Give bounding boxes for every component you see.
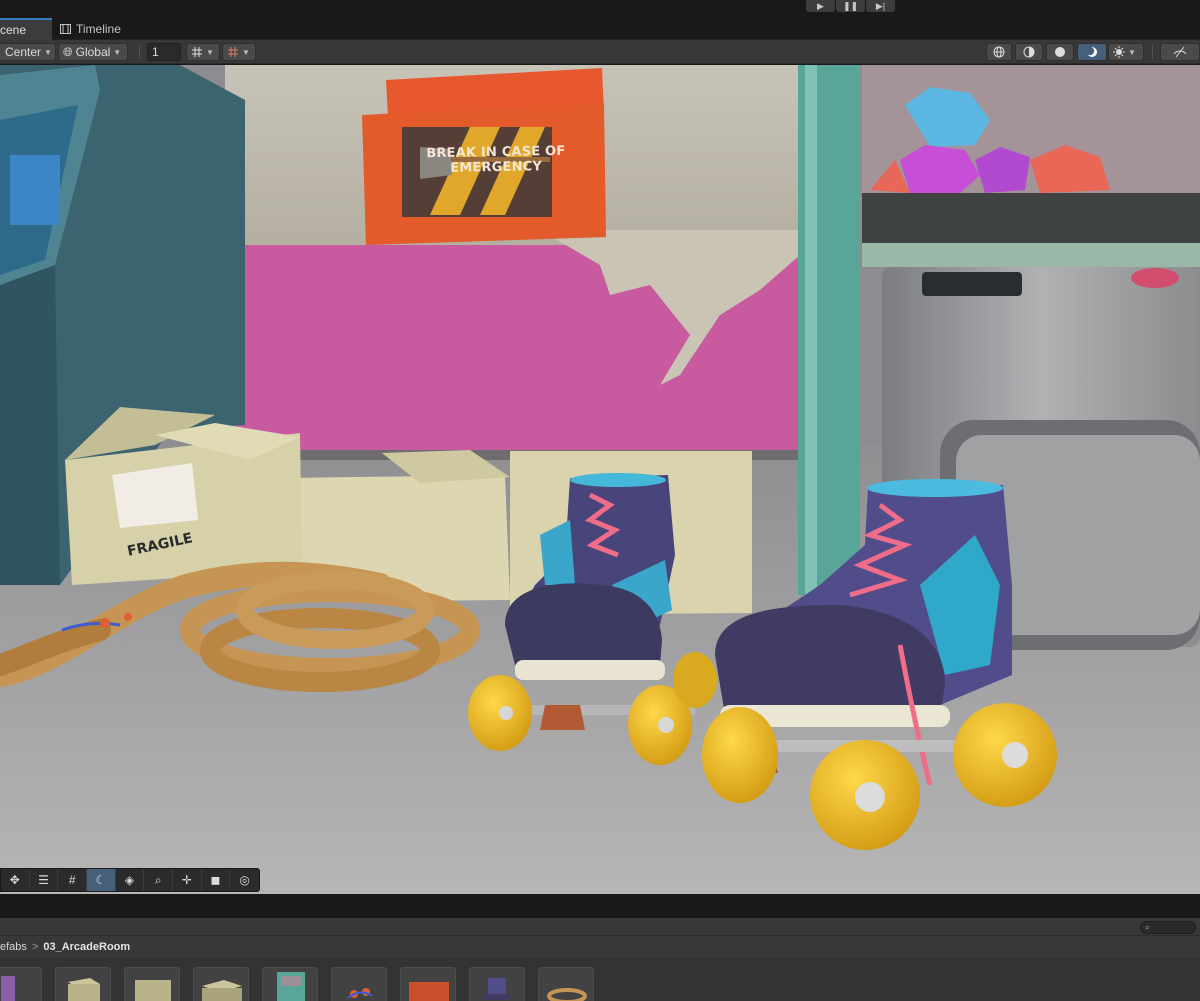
asset-thumbnail[interactable] xyxy=(55,967,111,1001)
wireframe-sphere-icon xyxy=(993,46,1005,58)
asset-thumbnail[interactable] xyxy=(331,967,387,1001)
playmode-controls: ▶ ❚❚ ▶| xyxy=(806,0,895,12)
space-dropdown[interactable]: 🌐︎ Global ▼ xyxy=(58,43,128,61)
view-tool-stack[interactable]: ◈ xyxy=(116,869,145,891)
asset-thumbnail[interactable] xyxy=(124,967,180,1001)
box-icon xyxy=(135,980,171,1001)
layers-icon: ☰ xyxy=(38,873,49,887)
tab-timeline[interactable]: Timeline xyxy=(52,18,132,40)
zoom-icon: ⌕ xyxy=(154,872,162,887)
asset-thumbnail[interactable] xyxy=(538,967,594,1001)
timeline-icon xyxy=(60,24,71,34)
view-tool-lighting[interactable]: ☾ xyxy=(87,869,116,891)
tab-scene[interactable]: cene xyxy=(0,18,52,40)
scene-render xyxy=(0,65,1200,894)
editor-tab-row: cene Timeline xyxy=(0,18,1200,40)
pause-button[interactable]: ❚❚ xyxy=(836,0,865,12)
scene-toolbar: Center ▼ 🌐︎ Global ▼ 1 ▼ ▼ ▼ xyxy=(0,40,1200,64)
roller-skate-icon xyxy=(484,978,510,1000)
project-toolbar: ⌕ xyxy=(0,918,1200,936)
breadcrumb: efabs > 03_ArcadeRoom xyxy=(0,936,1200,958)
view-tool-camera[interactable]: ◼ xyxy=(202,869,231,891)
asset-thumbnail[interactable] xyxy=(193,967,249,1001)
scene-visibility-button[interactable] xyxy=(1160,43,1200,61)
space-label: Global xyxy=(75,45,111,59)
play-button[interactable]: ▶ xyxy=(806,0,835,12)
step-button[interactable]: ▶| xyxy=(866,0,895,12)
globe-icon: 🌐︎ xyxy=(63,44,73,59)
view-tool-compass[interactable]: ◎ xyxy=(230,869,259,891)
grid-size-value: 1 xyxy=(152,45,159,59)
view-tool-layers[interactable]: ☰ xyxy=(30,869,59,891)
step-icon: ▶| xyxy=(875,0,886,11)
claw-machine-icon xyxy=(277,972,305,1001)
view-tool-grid[interactable]: # xyxy=(58,869,88,891)
shaded-wireframe-button[interactable] xyxy=(1015,43,1043,61)
pan-icon: ✛ xyxy=(181,873,192,887)
rope-icon xyxy=(547,988,587,1001)
increment-snap-dropdown[interactable]: ▼ xyxy=(222,43,256,61)
pause-icon: ❚❚ xyxy=(842,0,859,11)
chevron-down-icon: ▼ xyxy=(206,47,214,57)
top-bar: ▶ ❚❚ ▶| xyxy=(0,0,1200,18)
hidden-objects-icon xyxy=(1173,46,1187,58)
play-icon: ▶ xyxy=(817,0,824,11)
breadcrumb-current[interactable]: 03_ArcadeRoom xyxy=(43,941,130,953)
effects-dropdown[interactable]: ▼ xyxy=(1108,43,1144,61)
wireframe-button[interactable] xyxy=(986,43,1012,61)
breadcrumb-parent[interactable]: efabs xyxy=(0,941,27,953)
move-icon: ✥ xyxy=(9,873,20,887)
asset-thumbnail[interactable] xyxy=(469,967,525,1001)
breadcrumb-separator: > xyxy=(31,941,39,953)
toolbar-divider xyxy=(1152,45,1153,59)
moon-icon xyxy=(1086,46,1097,57)
box-icon xyxy=(68,978,100,1001)
asset-grid xyxy=(0,958,1200,1001)
panel-gap xyxy=(0,894,1200,918)
earbuds-icon xyxy=(347,988,373,999)
pivot-label: Center xyxy=(5,45,42,59)
grid-snap-dropdown[interactable]: ▼ xyxy=(186,43,220,61)
moon-icon: ☾ xyxy=(95,873,107,887)
asset-thumbnail[interactable] xyxy=(262,967,318,1001)
compass-icon: ◎ xyxy=(239,873,250,887)
search-input[interactable]: ⌕ xyxy=(1140,921,1196,934)
tab-scene-label: cene xyxy=(0,23,27,37)
view-tool-move[interactable]: ✥ xyxy=(1,869,30,891)
shaded-button[interactable] xyxy=(1046,43,1074,61)
chevron-down-icon: ▼ xyxy=(113,47,122,57)
scene-view-tools: ✥ ☰ # ☾ ◈ ⌕ ✛ ◼ ◎ xyxy=(0,868,260,892)
asset-thumbnail[interactable] xyxy=(0,967,42,1001)
tab-timeline-label: Timeline xyxy=(76,22,121,36)
grid-snap-icon xyxy=(192,47,202,57)
shaded-sphere-icon xyxy=(1055,47,1065,57)
chevron-down-icon: ▼ xyxy=(242,47,250,57)
asset-thumbnail[interactable] xyxy=(400,967,456,1001)
chevron-down-icon: ▼ xyxy=(1128,47,1136,57)
increment-snap-icon xyxy=(228,47,238,57)
stack-icon: ◈ xyxy=(124,873,135,887)
pivot-dropdown[interactable]: Center ▼ xyxy=(0,43,56,61)
lighting-toggle-button[interactable] xyxy=(1077,43,1107,61)
view-tool-zoom[interactable]: ⌕ xyxy=(144,869,174,891)
emergency-sign-text: BREAK IN CASE OF EMERGENCY xyxy=(426,143,566,176)
view-tool-pan[interactable]: ✛ xyxy=(173,869,202,891)
shaded-wireframe-icon xyxy=(1023,46,1035,58)
search-icon: ⌕ xyxy=(1145,923,1150,932)
chevron-down-icon: ▼ xyxy=(44,47,52,57)
emergency-box-icon xyxy=(409,982,449,1001)
arcade-cabinet-icon xyxy=(1,976,15,1001)
scene-viewport[interactable]: BREAK IN CASE OF EMERGENCY FRAGILE xyxy=(0,65,1200,894)
grid-icon: # xyxy=(68,873,76,887)
box-icon xyxy=(202,980,242,1001)
effects-icon xyxy=(1113,46,1125,58)
camera-icon: ◼ xyxy=(210,873,221,887)
grid-size-field[interactable]: 1 xyxy=(147,43,181,61)
toolbar-divider xyxy=(139,45,140,59)
